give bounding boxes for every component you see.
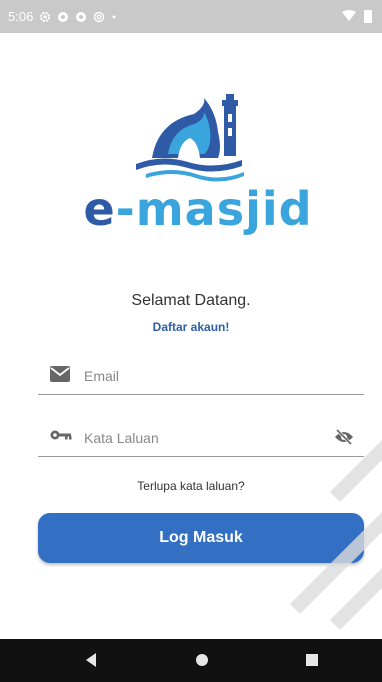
app-logo: e-masjid xyxy=(70,92,326,252)
envelope-icon xyxy=(50,366,70,387)
logo-text-e: e xyxy=(83,182,116,236)
status-bar: 5:06 xyxy=(0,0,382,33)
key-icon xyxy=(50,428,72,447)
navigation-bar xyxy=(0,639,382,682)
logo-wordmark: e-masjid xyxy=(70,184,326,234)
at-icon xyxy=(93,11,105,23)
status-right xyxy=(342,9,372,23)
status-left: 5:06 xyxy=(0,9,117,24)
password-field xyxy=(38,420,364,457)
wifi-icon xyxy=(342,10,356,22)
login-button[interactable]: Log Masuk xyxy=(38,513,364,563)
email-input[interactable] xyxy=(82,362,326,390)
mosque-logo-icon xyxy=(136,94,244,182)
shield-icon xyxy=(57,11,69,23)
password-input[interactable] xyxy=(82,424,326,452)
dot-icon xyxy=(111,11,117,23)
logo-text-rest: -masjid xyxy=(115,182,313,236)
signup-link[interactable]: Daftar akaun! xyxy=(0,320,382,334)
email-field xyxy=(38,358,364,395)
shield-icon xyxy=(75,11,87,23)
recent-apps-icon[interactable] xyxy=(305,652,319,673)
back-icon[interactable] xyxy=(84,652,98,673)
welcome-title: Selamat Datang. xyxy=(131,292,251,309)
home-icon[interactable] xyxy=(195,652,209,673)
forgot-password-link[interactable]: Terlupa kata laluan? xyxy=(0,479,382,493)
battery-icon xyxy=(364,9,372,23)
gear-icon xyxy=(39,11,51,23)
eye-off-icon[interactable] xyxy=(334,428,354,450)
status-time: 5:06 xyxy=(8,9,34,24)
